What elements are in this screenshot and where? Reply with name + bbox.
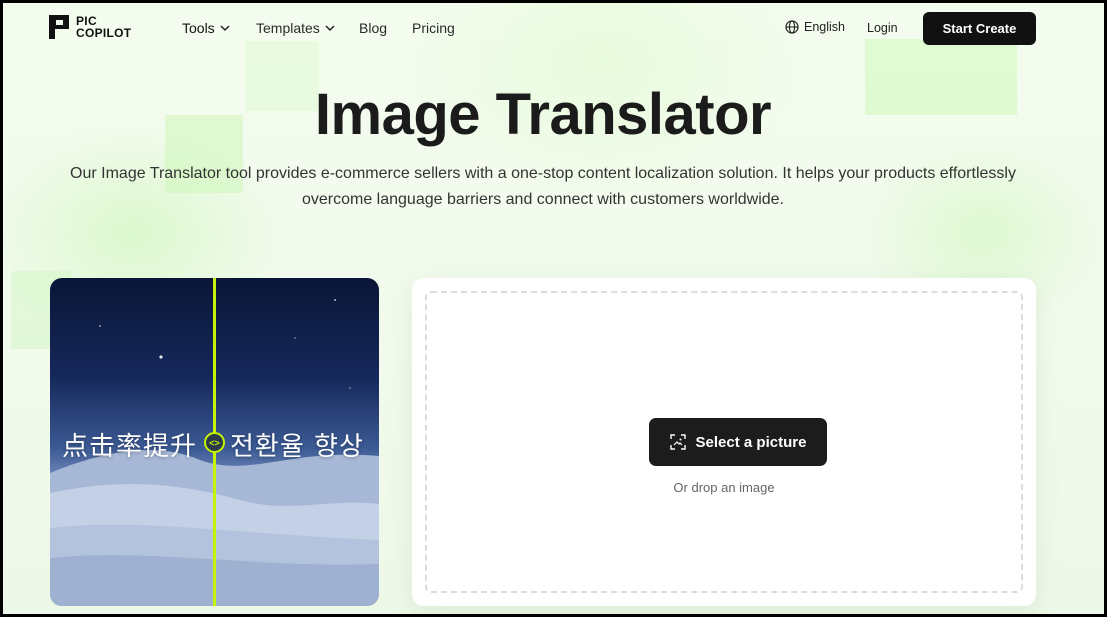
drop-hint: Or drop an image xyxy=(673,480,775,495)
compare-handle[interactable]: <> xyxy=(204,432,225,453)
nav-tools[interactable]: Tools xyxy=(182,20,230,36)
image-dropzone[interactable]: Select a picture Or drop an image xyxy=(425,291,1023,593)
select-picture-button[interactable]: Select a picture xyxy=(649,418,827,466)
chevron-down-icon xyxy=(220,25,230,32)
nav-pricing[interactable]: Pricing xyxy=(412,20,455,36)
translation-preview-image: 点击率提升 전환율 향상 <> xyxy=(50,278,379,606)
select-picture-label: Select a picture xyxy=(695,433,807,451)
logo-line-2: COPILOT xyxy=(76,26,132,40)
logo[interactable]: PIC COPILOT xyxy=(49,15,131,39)
logo-text: PIC COPILOT xyxy=(76,15,131,39)
logo-mark-icon xyxy=(49,15,69,39)
page-frame: PIC COPILOT Tools Templates Blog Pricing xyxy=(0,0,1107,617)
compare-handle-glyph: <> xyxy=(209,437,220,448)
nav-templates-label: Templates xyxy=(256,20,320,36)
login-link[interactable]: Login xyxy=(867,21,898,35)
nav-tools-label: Tools xyxy=(182,20,215,36)
image-scan-icon xyxy=(669,434,686,450)
language-label: English xyxy=(804,20,845,34)
page-subtitle: Our Image Translator tool provides e-com… xyxy=(70,165,1016,208)
start-create-button[interactable]: Start Create xyxy=(923,12,1036,45)
globe-icon xyxy=(785,20,799,34)
upload-card: Select a picture Or drop an image xyxy=(412,278,1036,606)
nav-templates[interactable]: Templates xyxy=(256,20,335,36)
chevron-down-icon xyxy=(325,25,335,32)
translated-text-overlay: 전환율 향상 xyxy=(230,432,364,462)
nav-blog[interactable]: Blog xyxy=(359,20,387,36)
original-text-overlay: 点击率提升 xyxy=(62,432,198,462)
page-title: Image Translator xyxy=(314,82,772,147)
language-selector[interactable]: English xyxy=(785,20,845,34)
top-nav: PIC COPILOT Tools Templates Blog Pricing xyxy=(3,3,1104,53)
